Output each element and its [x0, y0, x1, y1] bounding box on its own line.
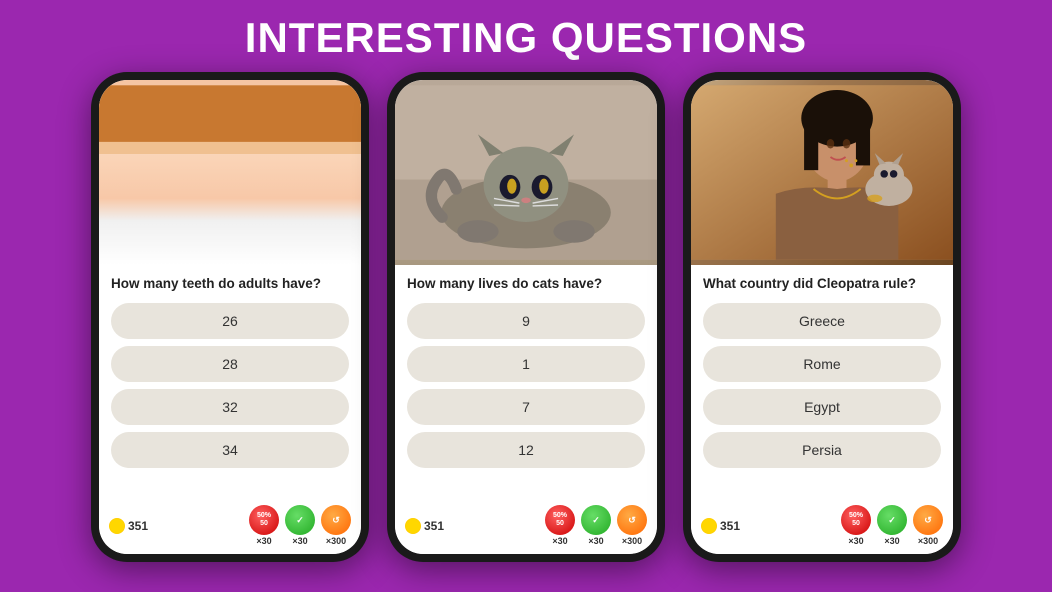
badge-red-label-2: ×30 [552, 536, 567, 546]
badge-red-3: 50%50 ×30 [841, 505, 871, 546]
phone-2: How many lives do cats have? 9 1 7 12 35… [387, 72, 665, 562]
badge-red-2: 50%50 ×30 [545, 505, 575, 546]
phone-1-answer-1[interactable]: 26 [111, 303, 349, 339]
phone-1-image [99, 80, 361, 265]
coin-icon-1 [109, 518, 125, 534]
phone-3-answer-3[interactable]: Egypt [703, 389, 941, 425]
badge-green-circle-1: ✓ [285, 505, 315, 535]
phone-2-content: How many lives do cats have? 9 1 7 12 [395, 265, 657, 499]
phone-1-answer-4[interactable]: 34 [111, 432, 349, 468]
phone-3-answer-1[interactable]: Greece [703, 303, 941, 339]
badge-green-circle-3: ✓ [877, 505, 907, 535]
badge-orange-label-2: ×300 [622, 536, 642, 546]
phone-1-question: How many teeth do adults have? [111, 275, 349, 293]
badge-red-circle-3: 50%50 [841, 505, 871, 535]
phone-3-image [691, 80, 953, 265]
phone-1-answer-3[interactable]: 32 [111, 389, 349, 425]
phone-2-answer-3[interactable]: 7 [407, 389, 645, 425]
phone-2-question: How many lives do cats have? [407, 275, 645, 293]
badge-red-circle-1: 50%50 [249, 505, 279, 535]
phone-1-content: How many teeth do adults have? 26 28 32 … [99, 265, 361, 499]
phone-3-answer-2[interactable]: Rome [703, 346, 941, 382]
badge-orange-circle-1: ↺ [321, 505, 351, 535]
phone-2-footer: 351 50%50 ×30 ✓ ×30 ↺ ×300 [395, 499, 657, 554]
score-text-3: 351 [720, 519, 740, 533]
badge-orange-2: ↺ ×300 [617, 505, 647, 546]
badge-green-label-3: ×30 [884, 536, 899, 546]
badge-orange-1: ↺ ×300 [321, 505, 351, 546]
badge-red-1: 50%50 ×30 [249, 505, 279, 546]
score-text-1: 351 [128, 519, 148, 533]
phone-3-question: What country did Cleopatra rule? [703, 275, 941, 293]
badge-green-1: ✓ ×30 [285, 505, 315, 546]
phone-1-footer: 351 50%50 ×30 ✓ ×30 ↺ ×300 [99, 499, 361, 554]
score-text-2: 351 [424, 519, 444, 533]
badge-green-2: ✓ ×30 [581, 505, 611, 546]
phone-3-score: 351 [701, 518, 740, 534]
phone-1-answers: 26 28 32 34 [111, 303, 349, 491]
phone-3-answer-4[interactable]: Persia [703, 432, 941, 468]
badge-red-label-3: ×30 [848, 536, 863, 546]
badge-green-3: ✓ ×30 [877, 505, 907, 546]
badge-green-label-1: ×30 [292, 536, 307, 546]
badge-orange-label-3: ×300 [918, 536, 938, 546]
badge-orange-circle-3: ↺ [913, 505, 943, 535]
page-title: INTERESTING QUESTIONS [245, 14, 807, 62]
badge-red-circle-2: 50%50 [545, 505, 575, 535]
badge-orange-circle-2: ↺ [617, 505, 647, 535]
phone-2-inner: How many lives do cats have? 9 1 7 12 35… [395, 80, 657, 554]
phone-2-answers: 9 1 7 12 [407, 303, 645, 491]
phone-1: How many teeth do adults have? 26 28 32 … [91, 72, 369, 562]
badge-orange-3: ↺ ×300 [913, 505, 943, 546]
phone-2-answer-4[interactable]: 12 [407, 432, 645, 468]
phones-container: How many teeth do adults have? 26 28 32 … [91, 72, 961, 592]
phone-2-image [395, 80, 657, 265]
phone-3-inner: What country did Cleopatra rule? Greece … [691, 80, 953, 554]
phone-2-answer-2[interactable]: 1 [407, 346, 645, 382]
phone-2-score: 351 [405, 518, 444, 534]
phone-3: What country did Cleopatra rule? Greece … [683, 72, 961, 562]
phone-1-inner: How many teeth do adults have? 26 28 32 … [99, 80, 361, 554]
badge-orange-label-1: ×300 [326, 536, 346, 546]
coin-icon-3 [701, 518, 717, 534]
phone-2-answer-1[interactable]: 9 [407, 303, 645, 339]
phone-1-answer-2[interactable]: 28 [111, 346, 349, 382]
phone-3-content: What country did Cleopatra rule? Greece … [691, 265, 953, 499]
phone-1-score: 351 [109, 518, 148, 534]
phone-3-answers: Greece Rome Egypt Persia [703, 303, 941, 491]
phone-3-footer: 351 50%50 ×30 ✓ ×30 ↺ ×300 [691, 499, 953, 554]
coin-icon-2 [405, 518, 421, 534]
badge-green-label-2: ×30 [588, 536, 603, 546]
badge-green-circle-2: ✓ [581, 505, 611, 535]
badge-red-label-1: ×30 [256, 536, 271, 546]
